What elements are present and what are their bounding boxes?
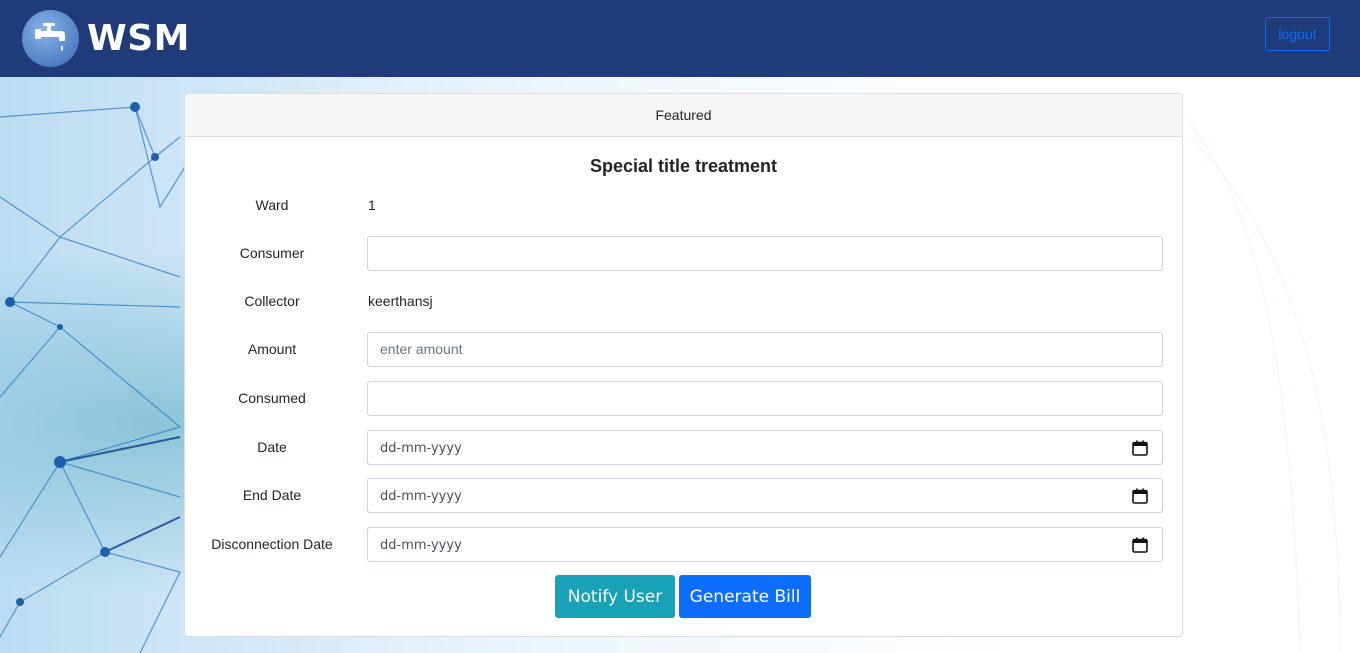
- ward-value: 1: [368, 197, 376, 213]
- bill-form-card: Featured Special title treatment Ward 1 …: [184, 93, 1183, 637]
- logout-button[interactable]: logout: [1265, 17, 1330, 51]
- top-navbar: WSM logout: [0, 0, 1360, 77]
- collector-value: keerthansj: [368, 293, 433, 309]
- notify-user-button[interactable]: Notify User: [555, 575, 675, 618]
- consumer-row: Consumer: [185, 236, 1182, 271]
- end-date-placeholder: dd-mm-yyyy: [380, 489, 462, 504]
- consumed-label: Consumed: [238, 390, 306, 406]
- end-date-row: End Date dd-mm-yyyy: [185, 478, 1182, 513]
- disconnection-date-input[interactable]: dd-mm-yyyy: [367, 527, 1163, 562]
- ward-row: Ward 1: [185, 188, 1182, 222]
- calendar-icon[interactable]: [1132, 440, 1148, 456]
- calendar-icon[interactable]: [1132, 488, 1148, 504]
- amount-label: Amount: [247, 341, 297, 357]
- consumer-label: Consumer: [239, 245, 305, 261]
- water-tap-icon: [22, 10, 79, 67]
- generate-bill-button[interactable]: Generate Bill: [679, 575, 811, 618]
- date-input[interactable]: dd-mm-yyyy: [367, 430, 1163, 465]
- consumed-input[interactable]: [367, 381, 1163, 416]
- amount-input[interactable]: enter amount: [367, 332, 1163, 367]
- card-title: Special title treatment: [589, 156, 778, 176]
- date-label: Date: [257, 439, 287, 455]
- disconnection-date-placeholder: dd-mm-yyyy: [380, 538, 462, 553]
- calendar-icon[interactable]: [1132, 537, 1148, 553]
- ward-label: Ward: [255, 197, 289, 213]
- date-placeholder: dd-mm-yyyy: [380, 441, 462, 456]
- disconnection-date-label: Disconnection Date: [211, 536, 333, 552]
- amount-placeholder: enter amount: [380, 341, 463, 357]
- disconnection-date-row: Disconnection Date dd-mm-yyyy: [185, 527, 1182, 562]
- collector-row: Collector keerthansj: [185, 284, 1182, 318]
- consumer-input[interactable]: [367, 236, 1163, 271]
- consumed-row: Consumed: [185, 381, 1182, 416]
- date-row: Date dd-mm-yyyy: [185, 430, 1182, 465]
- end-date-input[interactable]: dd-mm-yyyy: [367, 478, 1163, 513]
- amount-row: Amount enter amount: [185, 332, 1182, 367]
- brand-title: WSM: [87, 18, 190, 59]
- collector-label: Collector: [244, 293, 300, 309]
- card-header: Featured: [185, 94, 1182, 137]
- end-date-label: End Date: [242, 487, 302, 503]
